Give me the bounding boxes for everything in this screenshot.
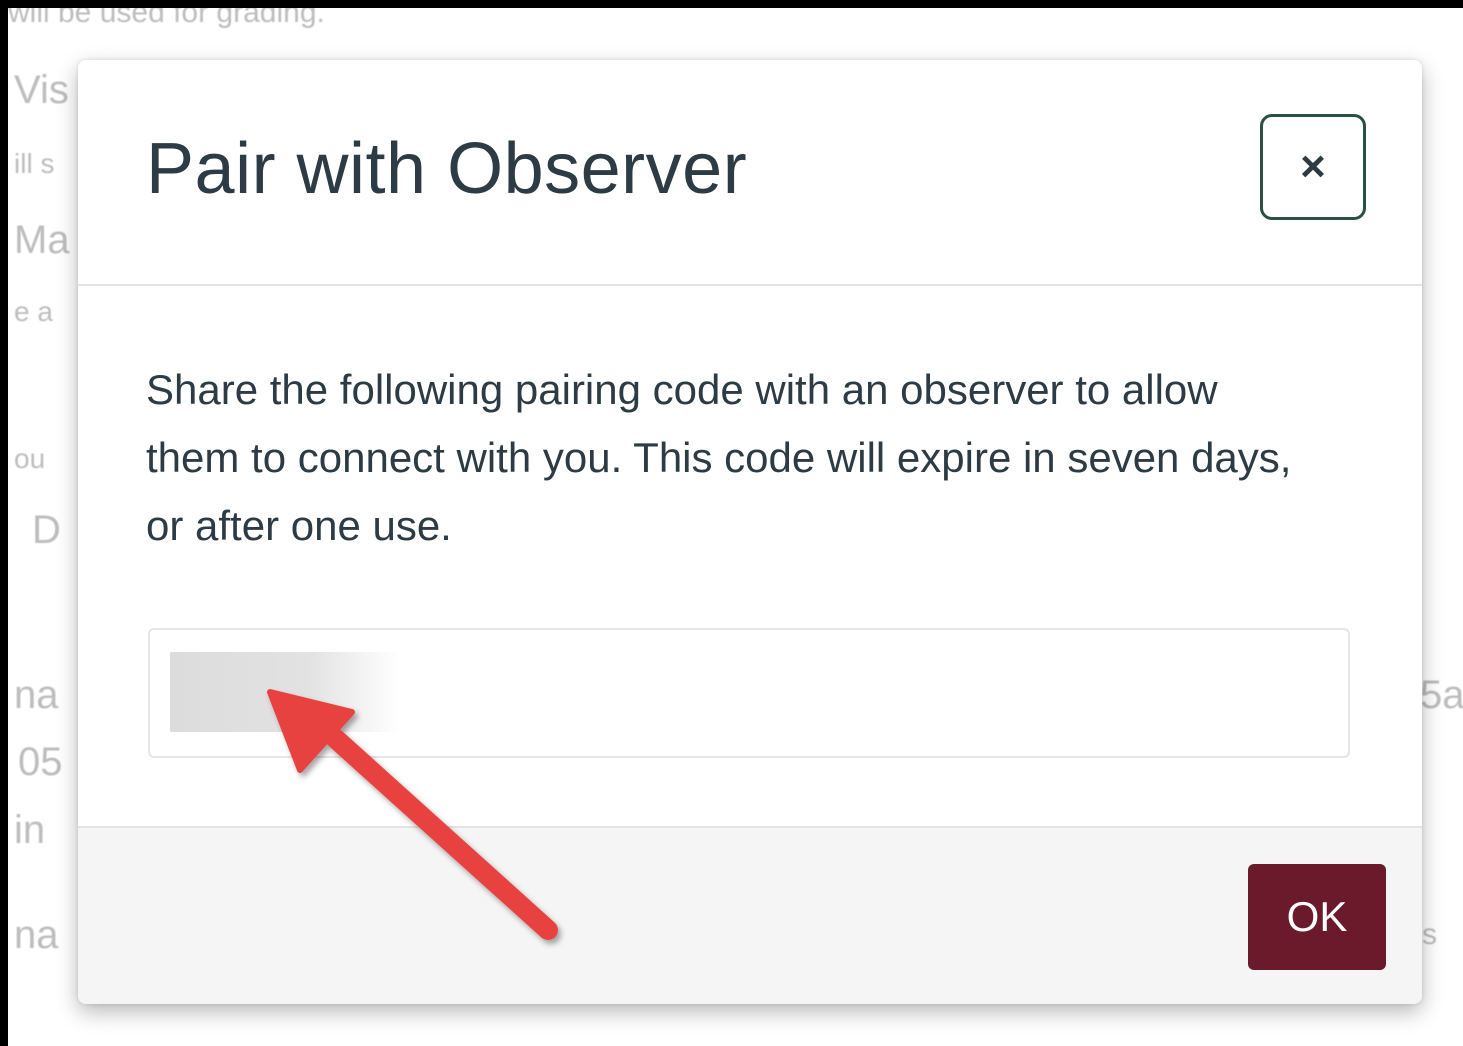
background-text: s [1422, 918, 1437, 951]
dialog-header: Pair with Observer × [78, 60, 1422, 286]
pair-observer-dialog: Pair with Observer × Share the following… [78, 60, 1422, 1004]
dialog-footer: OK [78, 826, 1422, 1004]
background-text: na [14, 913, 59, 957]
background-text: ou [14, 443, 46, 474]
pairing-code-redacted [170, 652, 400, 732]
background-text: Vis [14, 68, 69, 112]
background-text: D [32, 508, 61, 552]
screenshot-frame: will be used for grading. Vis ill s Ma e… [0, 0, 1463, 1046]
dialog-title: Pair with Observer [146, 129, 748, 209]
background-text: na [14, 673, 59, 717]
close-icon: × [1300, 142, 1326, 191]
close-button[interactable]: × [1260, 114, 1366, 220]
background-text: 5a [1420, 673, 1463, 717]
ok-button[interactable]: OK [1248, 864, 1386, 970]
background-text: Ma [14, 218, 70, 262]
background-text: in [14, 808, 46, 852]
pairing-instructions: Share the following pairing code with an… [146, 366, 1292, 549]
pairing-code-field[interactable] [148, 628, 1350, 758]
background-text: ill s [14, 148, 55, 179]
dialog-body: Share the following pairing code with an… [78, 288, 1422, 826]
background-text: e a [14, 296, 53, 327]
background-text: will be used for grading. [8, 0, 325, 29]
background-text: 05 [18, 740, 63, 784]
